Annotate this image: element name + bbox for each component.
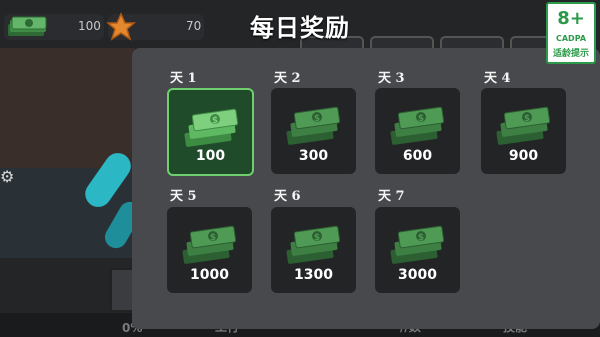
age-rating-label: 适龄提示 (552, 49, 589, 59)
cash-stack-icon: $ (286, 225, 341, 264)
cash-stack-icon: $ (390, 225, 445, 264)
cash-stack-icon: $ (390, 106, 445, 145)
reward-amount: 1000 (190, 267, 229, 283)
reward-card-day-3[interactable]: $ 600 (375, 88, 460, 174)
page-title: 每日奖励 (250, 14, 350, 42)
background-wall (0, 48, 135, 168)
reward-amount: 300 (298, 148, 329, 164)
day-label: 天 6 (274, 189, 301, 204)
reward-card-day-2[interactable]: $ 300 (271, 88, 356, 174)
reward-card-day-7[interactable]: $ 3000 (375, 207, 460, 293)
reward-card-day-1[interactable]: $ 100 (167, 88, 254, 176)
reward-amount: 1300 (294, 267, 333, 283)
age-rating-value: 8+ (557, 8, 585, 29)
age-rating-org: CADPA (555, 34, 587, 43)
reward-amount: 600 (402, 148, 433, 164)
day-label: 天 7 (378, 189, 405, 204)
cash-stack-icon: $ (496, 106, 551, 145)
cash-stack-icon: $ (182, 225, 237, 264)
age-rating-badge: 8+ CADPA 适龄提示 (546, 2, 596, 64)
svg-text:$: $ (314, 114, 320, 124)
reward-card-day-6[interactable]: $ 1300 (271, 207, 356, 293)
svg-text:$: $ (210, 233, 216, 243)
day-label: 天 5 (170, 189, 197, 204)
svg-text:$: $ (418, 233, 424, 243)
svg-text:$: $ (212, 116, 218, 126)
day-label: 天 3 (378, 71, 405, 86)
svg-text:$: $ (314, 233, 320, 243)
reward-card-day-4[interactable]: $ 900 (481, 88, 566, 174)
reward-amount: 900 (508, 148, 539, 164)
cash-stack-icon: $ (184, 108, 239, 147)
reward-amount: 100 (195, 148, 226, 164)
svg-text:$: $ (524, 114, 530, 124)
gear-icon[interactable]: ⚙ (0, 168, 18, 186)
day-label: 天 2 (274, 71, 301, 86)
cash-stack-icon: $ (286, 106, 341, 145)
day-label: 天 4 (484, 71, 511, 86)
svg-text:$: $ (418, 114, 424, 124)
reward-card-day-5[interactable]: $ 1000 (167, 207, 252, 293)
reward-amount: 3000 (398, 267, 437, 283)
day-label: 天 1 (170, 71, 197, 86)
